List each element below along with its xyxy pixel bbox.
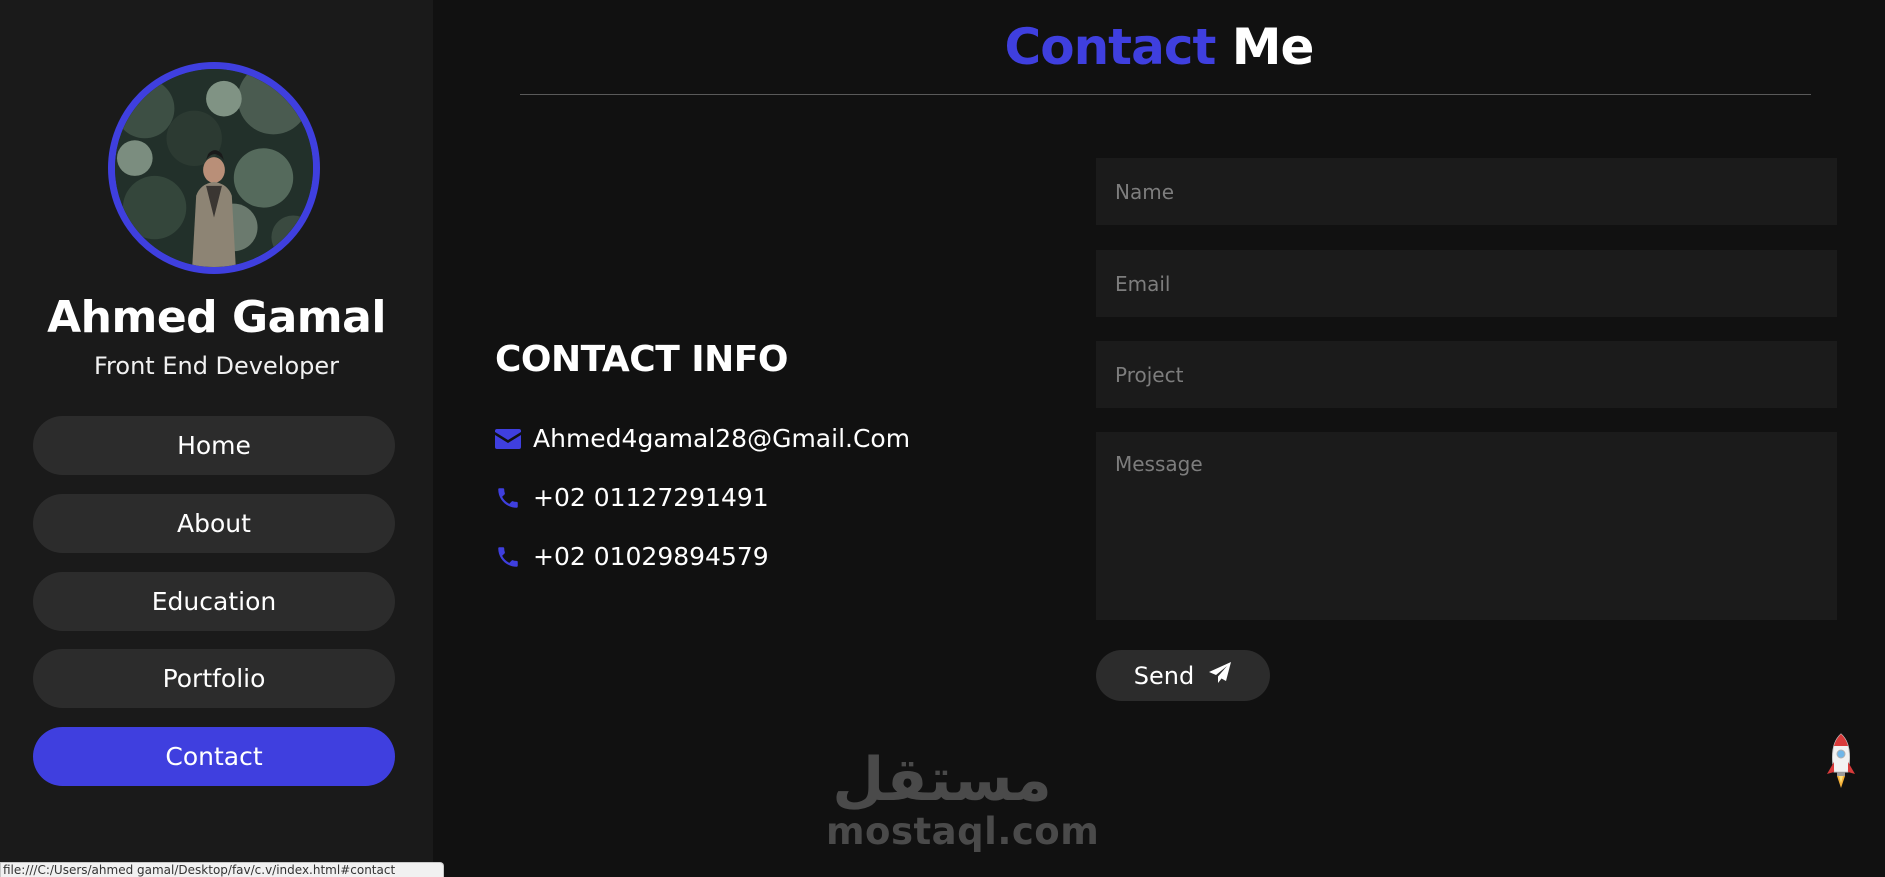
- nav-portfolio-button[interactable]: Portfolio: [33, 649, 395, 708]
- contact-info-heading: CONTACT INFO: [495, 339, 789, 380]
- nav-home-button[interactable]: Home: [33, 416, 395, 475]
- phone-icon: [495, 485, 521, 511]
- avatar-photo-icon: [115, 69, 313, 267]
- email-field[interactable]: [1096, 250, 1837, 317]
- contact-phone-row-1: +02 01127291491: [495, 483, 769, 512]
- section-title: Contact Me: [433, 18, 1885, 76]
- name-field[interactable]: [1096, 158, 1837, 225]
- section-title-accent: Contact: [1004, 18, 1217, 76]
- nav-education-button[interactable]: Education: [33, 572, 395, 631]
- send-button[interactable]: Send: [1096, 650, 1270, 701]
- envelope-icon: [495, 426, 521, 452]
- browser-status-bar: file:///C:/Users/ahmed gamal/Desktop/fav…: [0, 862, 444, 877]
- nav-contact-button[interactable]: Contact: [33, 727, 395, 786]
- profile-name: Ahmed Gamal: [47, 292, 386, 343]
- sidebar: Ahmed Gamal Front End Developer Home Abo…: [0, 0, 433, 877]
- contact-phone-1: +02 01127291491: [533, 483, 769, 512]
- phone-icon: [495, 544, 521, 570]
- paper-plane-icon: [1208, 661, 1232, 691]
- watermark: مستقل mostaql.com: [826, 745, 1100, 860]
- watermark-arabic: مستقل: [832, 745, 1052, 815]
- back-to-top-rocket-icon[interactable]: [1824, 732, 1858, 790]
- profile-role: Front End Developer: [93, 352, 339, 380]
- watermark-latin: mostaql.com: [826, 810, 1100, 853]
- message-field[interactable]: [1096, 432, 1837, 620]
- title-divider: [520, 94, 1811, 95]
- contact-phone-row-2: +02 01029894579: [495, 542, 769, 571]
- avatar: [108, 62, 320, 274]
- send-button-label: Send: [1133, 661, 1195, 690]
- section-title-rest: Me: [1231, 18, 1315, 76]
- contact-email-row: Ahmed4gamal28@Gmail.Com: [495, 424, 910, 453]
- project-field[interactable]: [1096, 341, 1837, 408]
- contact-phone-2: +02 01029894579: [533, 542, 769, 571]
- contact-email: Ahmed4gamal28@Gmail.Com: [533, 424, 911, 453]
- nav-about-button[interactable]: About: [33, 494, 395, 553]
